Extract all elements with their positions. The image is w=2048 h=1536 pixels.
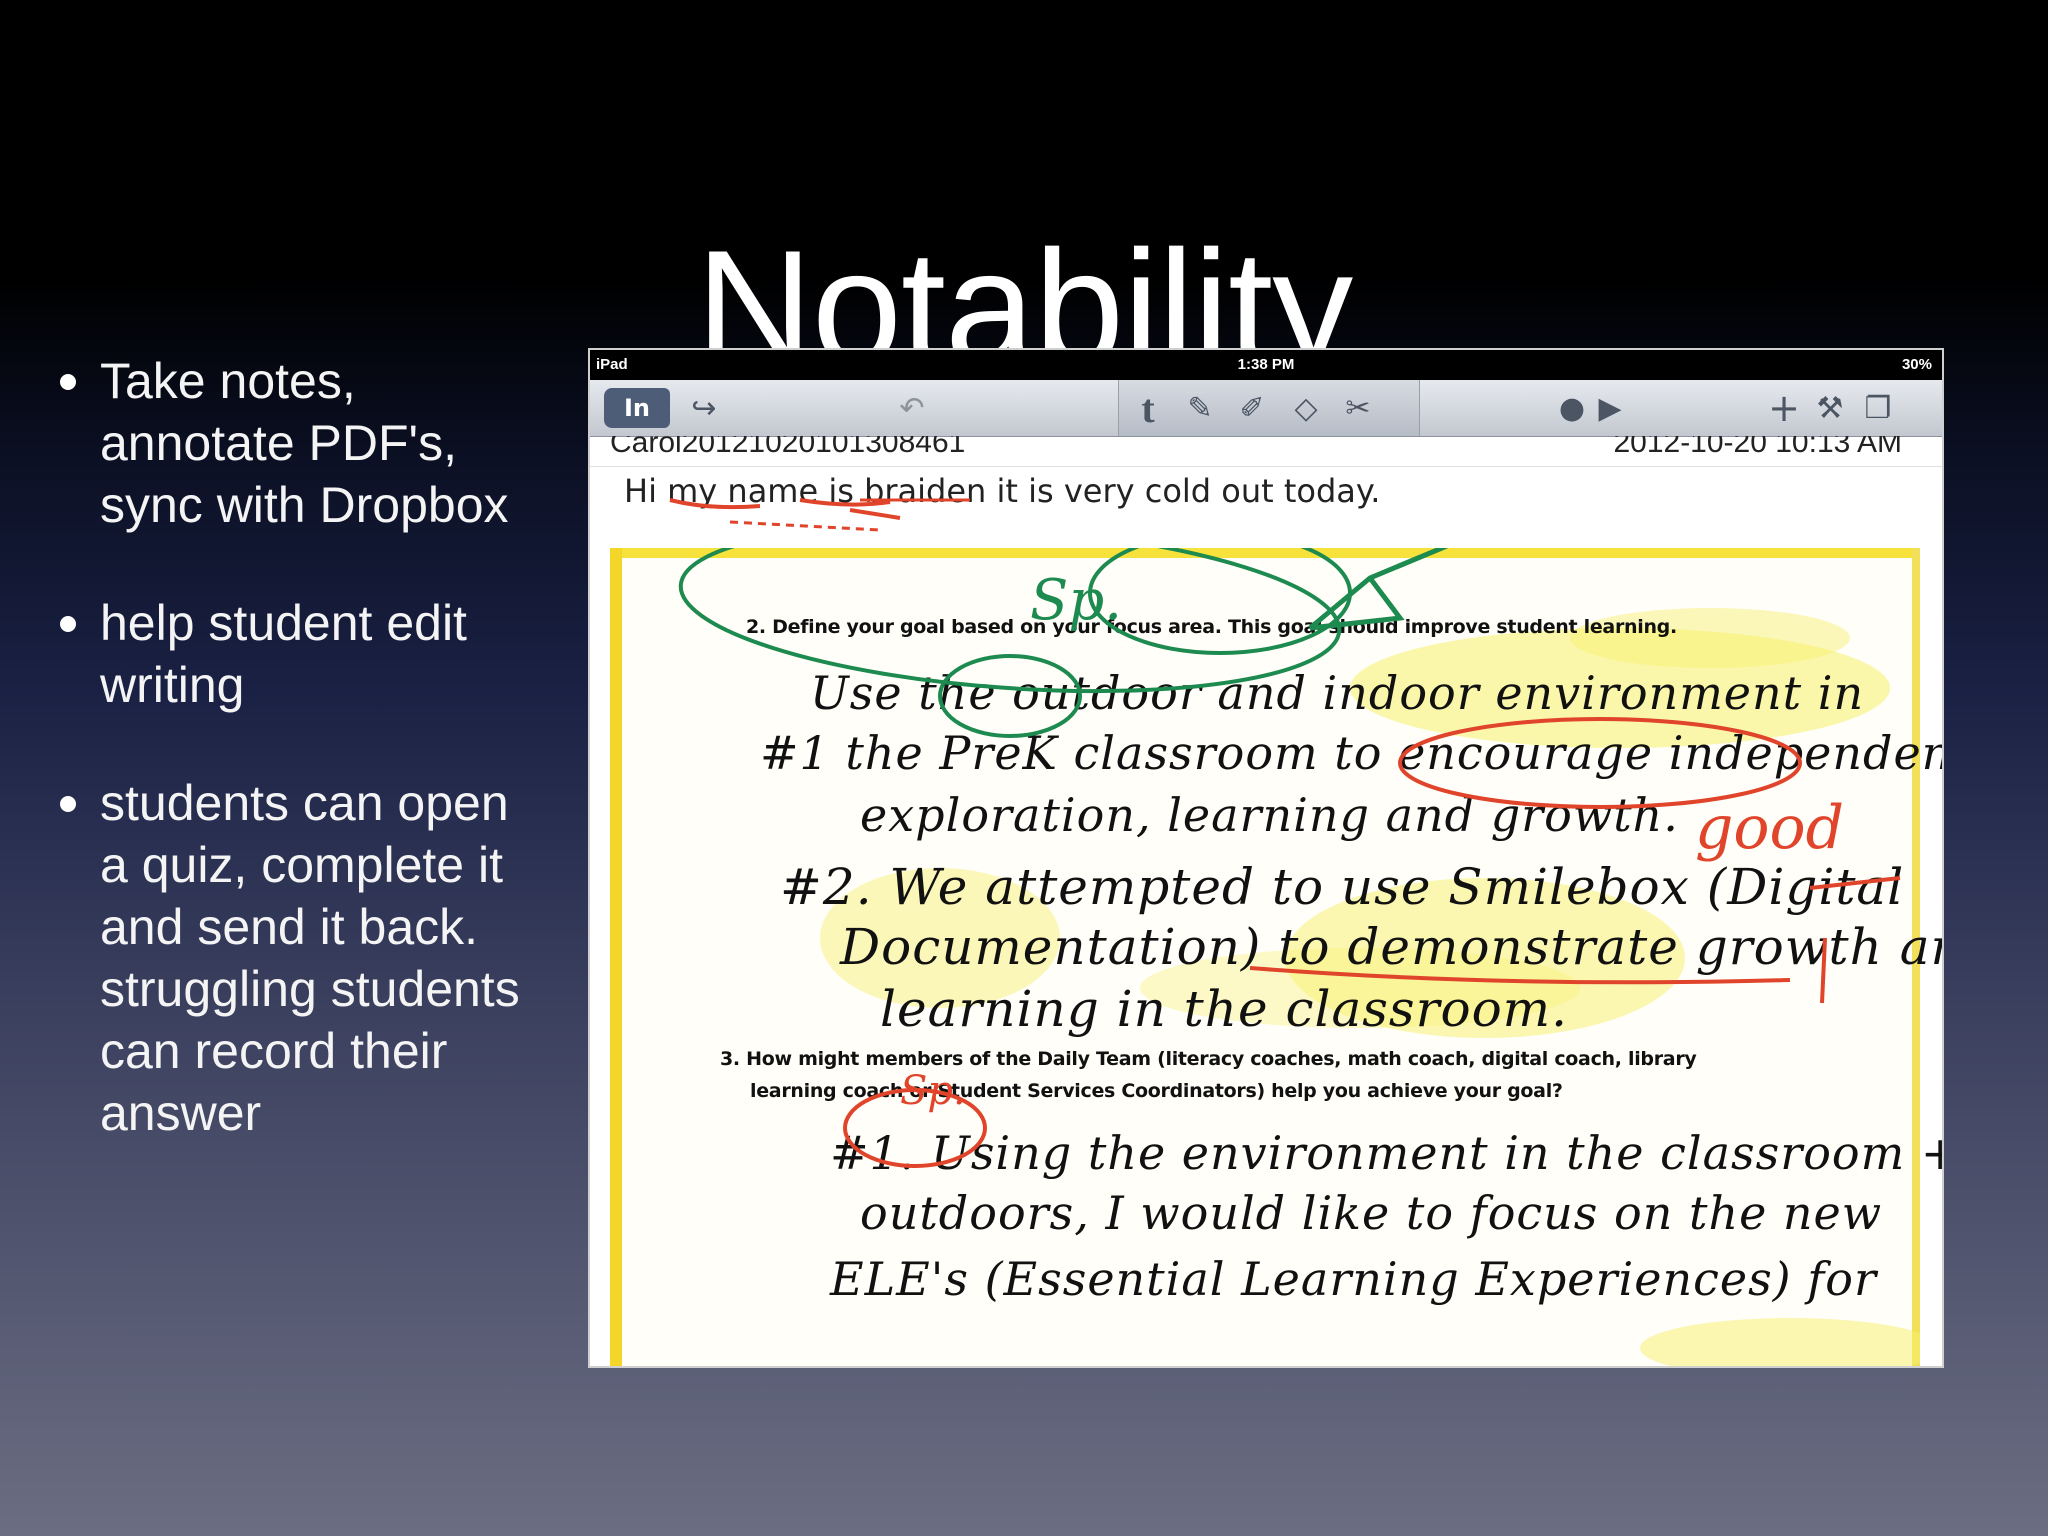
bullet-text: help student edit writing <box>100 595 467 713</box>
bullet-item: Take notes, annotate PDF's, sync with Dr… <box>60 350 520 536</box>
microphone-icon[interactable]: ● <box>1554 388 1590 428</box>
toolbar: In ↪ ↶ t ✎ ✐ ◇ ✂ ● ▶ + ⚒ ❐ <box>590 380 1942 437</box>
bullet-text: students can open a quiz, complete it an… <box>100 775 520 1141</box>
green-circle-annotation <box>938 654 1082 738</box>
ipad-screenshot: iPad 1:38 PM 30% In ↪ ↶ t ✎ ✐ ◇ ✂ ● ▶ + … <box>588 348 1944 1368</box>
scissors-icon[interactable]: ✂ <box>1336 388 1380 428</box>
highlighter-icon[interactable]: ✐ <box>1230 388 1274 428</box>
bullet-dot-icon <box>60 374 76 390</box>
red-annotation-text: good <box>1695 793 1845 863</box>
bullet-item: students can open a quiz, complete it an… <box>60 772 520 1144</box>
green-circle-annotation <box>678 548 1342 694</box>
red-underline-annotation <box>1249 966 1791 985</box>
play-icon[interactable]: ▶ <box>1592 388 1628 428</box>
divider <box>590 466 1942 467</box>
bullet-list: Take notes, annotate PDF's, sync with Dr… <box>60 350 520 1200</box>
document-filename: Carol20121020101308461 <box>610 436 966 459</box>
wrench-icon[interactable]: ⚒ <box>1810 388 1850 428</box>
status-bar: iPad 1:38 PM 30% <box>590 350 1942 380</box>
red-mark-annotation <box>1809 876 1901 1004</box>
green-circle-annotation <box>1088 548 1352 655</box>
share-icon[interactable]: ↪ <box>682 388 726 428</box>
bullet-dot-icon <box>60 796 76 812</box>
red-underline-annotation <box>729 520 881 532</box>
red-annotation-text: Sp. <box>900 1068 966 1114</box>
battery-level: 30% <box>1901 356 1932 373</box>
bullet-dot-icon <box>60 616 76 632</box>
typed-note[interactable]: Hi my name is braiden it is very cold ou… <box>624 472 1380 510</box>
pen-icon[interactable]: ✎ <box>1178 388 1222 428</box>
bullet-item: help student edit writing <box>60 592 520 716</box>
status-time: 1:38 PM <box>1237 356 1295 373</box>
scanned-page: 2. Define your goal based on your focus … <box>610 548 1942 1366</box>
library-icon[interactable]: In <box>604 388 670 428</box>
text-tool-icon[interactable]: t <box>1128 386 1168 431</box>
pages-icon[interactable]: ❐ <box>1858 388 1898 428</box>
document-header: Carol20121020101308461 2012-10-20 10:13 … <box>610 436 1922 460</box>
undo-icon[interactable]: ↶ <box>890 388 934 428</box>
eraser-icon[interactable]: ◇ <box>1284 388 1328 428</box>
add-icon[interactable]: + <box>1764 386 1804 430</box>
green-annotation-text: Sp. <box>1030 568 1123 633</box>
document-date: 2012-10-20 10:13 AM <box>1613 436 1902 459</box>
bullet-text: Take notes, annotate PDF's, sync with Dr… <box>100 353 509 533</box>
annotation-layer <box>678 548 1901 1168</box>
